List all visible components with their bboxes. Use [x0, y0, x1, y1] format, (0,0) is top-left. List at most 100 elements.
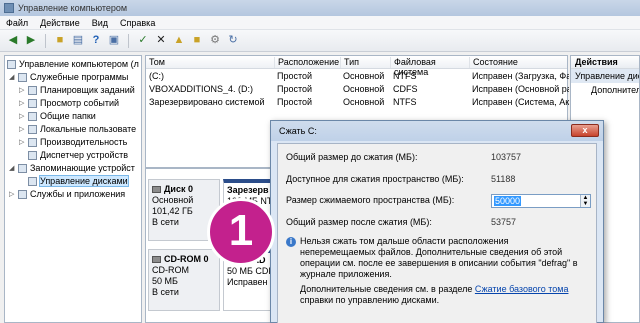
total-size-label: Общий размер до сжатия (МБ):: [286, 152, 418, 162]
tree-item-services-apps[interactable]: ▷ Службы и приложения: [9, 188, 125, 200]
tree-item-disk-management[interactable]: Управление дисками: [28, 175, 129, 187]
cdrom-0-info[interactable]: CD-ROM 0 CD-ROM 50 МБ В сети: [148, 249, 220, 311]
expand-arrow-icon[interactable]: ▷: [19, 138, 26, 146]
tree-item-local-users[interactable]: ▷ Локальные пользовате: [19, 123, 136, 135]
expand-arrow-icon[interactable]: ▷: [19, 99, 26, 107]
volume-status: Исправен (Система, Акт: [472, 97, 569, 107]
new-folder-icon[interactable]: ■: [190, 34, 204, 48]
toolbar-separator: [128, 33, 129, 48]
tree-item-label: Производительность: [40, 137, 128, 147]
help-link[interactable]: Сжатие базового тома: [475, 284, 569, 294]
volume-type: Основной: [343, 84, 385, 94]
disk-management-icon: [28, 176, 37, 186]
disk-size: 101,42 ГБ: [152, 206, 193, 216]
shrink-size-stepper[interactable]: 50000 ▲ ▼: [491, 194, 591, 208]
device-manager-icon: [28, 150, 37, 160]
disk-name: CD-ROM 0: [164, 254, 209, 264]
tree-item-computer-management[interactable]: Управление компьютером (л: [7, 58, 139, 70]
available-label: Доступное для сжатия пространство (МБ):: [286, 174, 464, 184]
tree-item-label: Планировщик заданий: [40, 85, 135, 95]
tree-item-label: Диспетчер устройств: [40, 150, 128, 160]
volume-status: Исправен (Основной разд: [472, 84, 569, 94]
event-viewer-icon: [28, 98, 37, 108]
check-icon[interactable]: ✓: [136, 34, 150, 48]
volume-filesystem: NTFS: [393, 71, 417, 81]
back-arrow-icon[interactable]: ◀: [6, 34, 20, 48]
column-header-volume[interactable]: Том: [146, 57, 274, 68]
volume-type: Основной: [343, 97, 385, 107]
total-size-value: 103757: [491, 152, 522, 162]
delete-icon[interactable]: ✕: [154, 34, 168, 48]
tree-item-task-scheduler[interactable]: ▷ Планировщик заданий: [19, 84, 135, 96]
down-arrow-icon[interactable]: ▼: [581, 201, 590, 207]
expand-arrow-icon[interactable]: ▷: [19, 125, 26, 133]
up-folder-icon[interactable]: ■: [53, 34, 67, 48]
users-icon: [28, 124, 37, 134]
info-text: Нельзя сжать том дальше области располож…: [300, 236, 578, 279]
forward-arrow-icon[interactable]: ▶: [24, 34, 38, 48]
window-title: Управление компьютером: [18, 3, 128, 13]
after-size-row: Общий размер после сжатия (МБ): 53757: [286, 216, 591, 230]
close-button[interactable]: x: [571, 124, 599, 137]
tree-item-label: Запоминающие устройст: [30, 163, 135, 173]
table-row[interactable]: Зарезервировано системой Простой Основно…: [146, 97, 569, 109]
tree-item-label: Служебные программы: [30, 72, 129, 82]
more-info: Дополнительные сведения см. в разделе Сж…: [300, 284, 590, 306]
menu-file[interactable]: Файл: [0, 18, 34, 28]
properties-icon[interactable]: ▤: [71, 34, 85, 48]
table-row[interactable]: (C:) Простой Основной NTFS Исправен (Заг…: [146, 71, 569, 83]
hard-disk-icon: [152, 186, 161, 193]
step-marker: 1: [207, 198, 275, 266]
expand-arrow-icon[interactable]: ▷: [19, 112, 26, 120]
shrink-size-value[interactable]: 50000: [494, 196, 522, 206]
column-header-layout[interactable]: Расположение: [274, 57, 340, 68]
console-icon[interactable]: ▣: [107, 34, 121, 48]
tree-item-shared-folders[interactable]: ▷ Общие папки: [19, 110, 96, 122]
tree-item-system-tools[interactable]: ◢ Служебные программы: [9, 71, 128, 83]
collapse-arrow-icon[interactable]: ◢: [9, 164, 16, 172]
column-header-status[interactable]: Состояние: [469, 57, 569, 68]
storage-icon: [18, 163, 27, 173]
info-icon: i: [286, 237, 296, 247]
volume-status: Исправен (Загрузка, Файл: [472, 71, 569, 81]
column-header-filesystem[interactable]: Файловая система: [390, 57, 469, 77]
disk-type: CD-ROM: [152, 265, 189, 275]
tree-item-performance[interactable]: ▷ Производительность: [19, 136, 127, 148]
column-header-type[interactable]: Тип: [340, 57, 390, 68]
help-icon[interactable]: ?: [89, 34, 103, 48]
performance-icon: [28, 137, 37, 147]
menu-view[interactable]: Вид: [86, 18, 114, 28]
refresh-icon[interactable]: ↻: [226, 34, 240, 48]
spin-arrows[interactable]: ▲ ▼: [580, 195, 590, 207]
table-row[interactable]: VBOXADDITIONS_4. (D:) Простой Основной C…: [146, 84, 569, 96]
menu-action[interactable]: Действие: [34, 18, 86, 28]
tree-item-event-viewer[interactable]: ▷ Просмотр событий: [19, 97, 119, 109]
expand-arrow-icon[interactable]: ▷: [19, 86, 26, 94]
menu-help[interactable]: Справка: [114, 18, 161, 28]
collapse-arrow-icon[interactable]: ◢: [9, 73, 16, 81]
volume-filesystem: CDFS: [393, 84, 418, 94]
tree-item-storage[interactable]: ◢ Запоминающие устройст: [9, 162, 135, 174]
toolbar-separator: [45, 33, 46, 48]
computer-management-icon: [4, 3, 14, 13]
settings-icon[interactable]: ⚙: [208, 34, 222, 48]
open-folder-icon[interactable]: ▲: [172, 34, 186, 48]
volume-layout: Простой: [277, 84, 313, 94]
more-prefix: Дополнительные сведения см. в разделе: [300, 284, 475, 294]
volume-layout: Простой: [277, 97, 313, 107]
volume-list-header: Том Расположение Тип Файловая система Со…: [146, 56, 569, 77]
tree-item-device-manager[interactable]: Диспетчер устройств: [28, 149, 128, 161]
computer-icon: [7, 59, 16, 69]
toolbar: ◀ ▶ ■ ▤ ? ▣ ✓ ✕ ▲ ■ ⚙ ↻: [0, 30, 640, 52]
services-icon: [18, 189, 27, 199]
cdrom-icon: [152, 256, 161, 263]
available-row: Доступное для сжатия пространство (МБ): …: [286, 173, 591, 187]
volume-name: (C:): [149, 71, 164, 81]
tree-item-label: Просмотр событий: [40, 98, 120, 108]
action-disk-management[interactable]: Управление диск: [571, 69, 639, 83]
info-note: i Нельзя сжать том дальше области распол…: [286, 236, 586, 280]
action-more[interactable]: Дополнител: [571, 83, 639, 97]
disk-name: Диск 0: [164, 184, 193, 194]
expand-arrow-icon[interactable]: ▷: [9, 190, 16, 198]
volume-name: VBOXADDITIONS_4. (D:): [149, 84, 254, 94]
